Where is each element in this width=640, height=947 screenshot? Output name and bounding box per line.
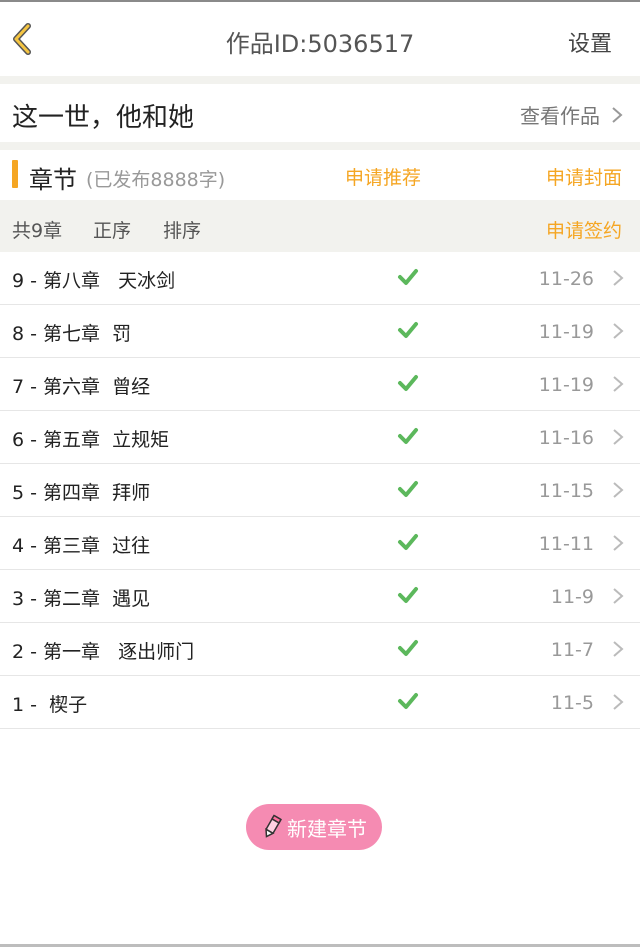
- chevron-right-icon: [613, 429, 624, 445]
- chapter-row[interactable]: 3 - 第二章 遇见 11-9: [0, 570, 640, 623]
- chapter-row[interactable]: 5 - 第四章 拜师 11-15: [0, 464, 640, 517]
- chapter-date: 11-19: [538, 321, 594, 343]
- new-chapter-label: 新建章节: [287, 816, 367, 841]
- settings-button[interactable]: 设置: [568, 26, 612, 58]
- new-chapter-button[interactable]: 新建章节: [246, 804, 382, 850]
- check-icon: [398, 534, 418, 550]
- chapter-title: 2 - 第一章 逐出师门: [12, 641, 195, 663]
- chapter-total: 共9章: [12, 220, 63, 242]
- check-icon: [398, 322, 418, 338]
- chapter-title: 6 - 第五章 立规矩: [12, 429, 170, 451]
- chapter-title: 8 - 第七章 罚: [12, 323, 132, 345]
- chapter-row[interactable]: 1 - 楔子 11-5: [0, 676, 640, 729]
- check-icon: [398, 693, 418, 709]
- section-divider: [0, 76, 640, 84]
- check-icon: [398, 428, 418, 444]
- chapter-title: 5 - 第四章 拜师: [12, 482, 151, 504]
- check-icon: [398, 375, 418, 391]
- chapter-row[interactable]: 9 - 第八章 天冰剑 11-26: [0, 252, 640, 305]
- apply-recommend-button[interactable]: 申请推荐: [345, 163, 421, 190]
- work-row: 这一世，他和她 查看作品: [0, 84, 640, 142]
- check-icon: [398, 269, 418, 285]
- chapter-toolbar: 共9章 正序 排序 申请签约: [0, 200, 640, 252]
- chapter-title: 7 - 第六章 曾经: [12, 376, 151, 398]
- chapter-row[interactable]: 2 - 第一章 逐出师门 11-7: [0, 623, 640, 676]
- chapter-title: 4 - 第三章 过往: [12, 535, 151, 557]
- chapter-title: 1 - 楔子: [12, 694, 88, 716]
- chevron-right-icon: [613, 588, 624, 604]
- section-divider: [0, 142, 640, 150]
- chapter-date: 11-7: [550, 639, 594, 661]
- chapter-date: 11-15: [538, 480, 594, 502]
- apply-cover-button[interactable]: 申请封面: [546, 163, 622, 190]
- chapter-title: 9 - 第八章 天冰剑: [12, 270, 176, 292]
- chapter-row[interactable]: 7 - 第六章 曾经 11-19: [0, 358, 640, 411]
- chapter-row[interactable]: 6 - 第五章 立规矩 11-16: [0, 411, 640, 464]
- work-title: 这一世，他和她: [12, 103, 195, 133]
- chevron-right-icon: [613, 694, 624, 710]
- ascending-order-button[interactable]: 正序: [93, 216, 131, 243]
- sort-button[interactable]: 排序: [163, 216, 201, 243]
- check-icon: [398, 481, 418, 497]
- chevron-right-icon: [613, 323, 624, 339]
- page-title: 作品ID:5036517: [225, 30, 415, 58]
- chevron-right-icon: [613, 376, 624, 392]
- accent-bar: [12, 160, 18, 188]
- header-bar: 作品ID:5036517 设置: [0, 2, 640, 76]
- chapter-section-label: 章节: [29, 166, 77, 194]
- chevron-right-icon: [613, 535, 624, 551]
- pencil-icon: [265, 814, 282, 838]
- chevron-right-icon: [613, 270, 624, 286]
- check-icon: [398, 587, 418, 603]
- chapter-title: 3 - 第二章 遇见: [12, 588, 151, 610]
- apply-sign-button[interactable]: 申请签约: [546, 216, 622, 243]
- chapter-list: 9 - 第八章 天冰剑 11-26 8 - 第七章 罚 11-19 7 - 第六…: [0, 252, 640, 729]
- back-button[interactable]: [8, 22, 38, 56]
- view-work-link[interactable]: 查看作品: [520, 100, 624, 129]
- check-icon: [398, 640, 418, 656]
- view-work-label: 查看作品: [520, 104, 600, 128]
- chevron-right-icon: [613, 641, 624, 657]
- chevron-left-icon: [13, 23, 31, 55]
- chapter-date: 11-19: [538, 374, 594, 396]
- chapter-date: 11-26: [538, 268, 594, 290]
- chapter-row[interactable]: 4 - 第三章 过往 11-11: [0, 517, 640, 570]
- chapter-date: 11-9: [550, 586, 594, 608]
- chapter-date: 11-11: [538, 533, 594, 555]
- chapter-header: 章节 (已发布8888字) 申请推荐 申请封面: [0, 150, 640, 200]
- chapter-row[interactable]: 8 - 第七章 罚 11-19: [0, 305, 640, 358]
- chevron-right-icon: [613, 482, 624, 498]
- published-word-count: (已发布8888字): [86, 169, 226, 191]
- chapter-date: 11-5: [550, 692, 594, 714]
- chevron-right-icon: [612, 106, 623, 123]
- chapter-date: 11-16: [538, 427, 594, 449]
